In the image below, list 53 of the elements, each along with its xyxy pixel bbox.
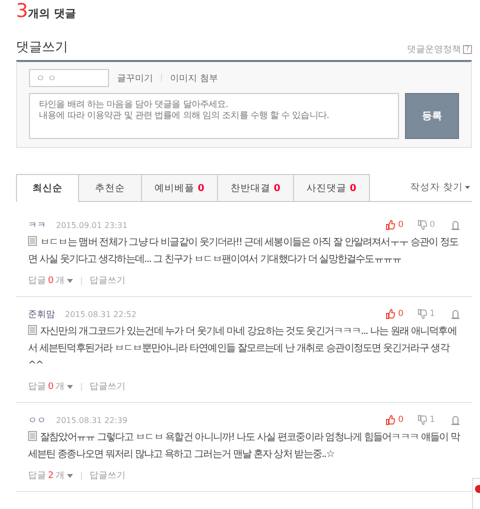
sort-tab[interactable]: 사진댓글 0 <box>294 174 370 201</box>
write-reply-link[interactable]: 답글쓰기 <box>90 380 126 393</box>
like-button[interactable]: 0 <box>386 220 404 230</box>
thumbs-up-icon <box>386 220 396 230</box>
report-icon[interactable] <box>451 416 460 424</box>
floating-button[interactable] <box>472 478 480 509</box>
sort-tab[interactable]: 찬반대결 0 <box>218 174 294 201</box>
dislike-button[interactable]: 0 <box>418 220 435 230</box>
memo-icon <box>28 325 37 335</box>
nickname-field[interactable]: ㅇ ㅇ <box>29 69 109 87</box>
comment-date: 2015.08.31 22:39 <box>56 416 128 424</box>
write-reply-link[interactable]: 답글쓰기 <box>90 274 126 287</box>
memo-icon <box>28 236 37 246</box>
sort-tab[interactable]: 예비베플 0 <box>142 174 218 201</box>
policy-link[interactable]: 댓글운영정책 <box>407 43 461 56</box>
comment-text: 자신만의 개그코드가 있는건데 누가 더 웃기네 마네 강요하는 것도 웃긴거ㅋㅋㅋ... 나는 원래 애니덕후에서 세븐틴덕후된거라 ㅂㄷㅂ뿐만아니라 타연예인들 잘모르는데 난 개취로 승관이정도면 웃긴거라구 생각^^ <box>28 324 458 373</box>
like-button[interactable]: 0 <box>386 309 404 319</box>
comment-text: ㅂㄷㅂ는 맴버 전체가 그냥 다 비글같이 웃기더라!! 근데 세봉이들은 아직 잘 안알려져서ㅜㅜ 승관이 정도면 사실 웃기다고 생각하는데... 그 친구가 ㅂㄷㅂ팬이여서 기대했다가 더 실망한걸수도ㅠㅠㅠ <box>28 235 460 267</box>
comment-count-label: 개의 댓글 <box>28 6 76 21</box>
reply-count-toggle[interactable]: 답글 2 개 <box>28 469 73 482</box>
author-name[interactable]: ㅇㅇ <box>28 414 46 426</box>
thumbs-down-icon <box>418 415 427 425</box>
caret-icon <box>66 278 73 282</box>
report-icon[interactable] <box>451 220 460 230</box>
report-icon[interactable] <box>451 310 460 318</box>
toolbar-link[interactable]: 이미지 첨부 <box>170 72 218 84</box>
submit-button[interactable]: 등록 <box>405 93 459 139</box>
author-name[interactable]: 준휘맘 <box>28 308 55 320</box>
comment-date: 2015.09.01 23:31 <box>56 220 128 230</box>
comment-text: 잘참았어ㅠㅠ 그렇다고 ㅂㄷㅂ 욕할건 아니니까! 나도 사실 편코중이라 엄청나게 힘들어ㅋㅋㅋ 얘들이 막 세븐틴 종종나오면 뭐저리 많냐고 욕하고 그러는거 맨날 혼자 상처 받는중..☆ <box>28 430 460 462</box>
author-filter-dropdown[interactable]: 작성자 찾기 <box>408 174 472 201</box>
thumbs-up-icon <box>386 415 396 425</box>
comment-input[interactable]: 타인을 배려 하는 마음을 담아 댓글을 달아주세요. 내용에 따라 이용약관 및 관련 법률에 의해 임의 조치를 수행 할 수 있습니다. <box>29 93 399 139</box>
dislike-button[interactable]: 1 <box>418 415 435 425</box>
author-name[interactable]: ㅋㅋ <box>28 218 46 232</box>
comment-count: 3 <box>16 0 28 22</box>
reply-count-toggle[interactable]: 답글 0 개 <box>28 380 73 393</box>
section-title: 댓글쓰기 <box>16 39 68 56</box>
reply-count-toggle[interactable]: 답글 0 개 <box>28 274 73 287</box>
caret-icon <box>66 384 73 388</box>
toolbar-link[interactable]: 글꾸미기 <box>117 72 153 84</box>
thumbs-down-icon <box>418 220 427 230</box>
sort-tab[interactable]: 추천순 <box>79 174 142 201</box>
caret-icon <box>66 474 73 478</box>
memo-icon <box>28 431 37 441</box>
thumbs-up-icon <box>386 309 396 319</box>
write-reply-link[interactable]: 답글쓰기 <box>90 469 126 482</box>
sort-tab[interactable]: 최신순 <box>16 174 79 202</box>
caret-icon <box>465 186 470 189</box>
like-button[interactable]: 0 <box>386 415 404 425</box>
dislike-button[interactable]: 1 <box>418 309 435 319</box>
comment-date: 2015.08.31 22:52 <box>65 310 136 318</box>
thumbs-down-icon <box>418 309 427 319</box>
